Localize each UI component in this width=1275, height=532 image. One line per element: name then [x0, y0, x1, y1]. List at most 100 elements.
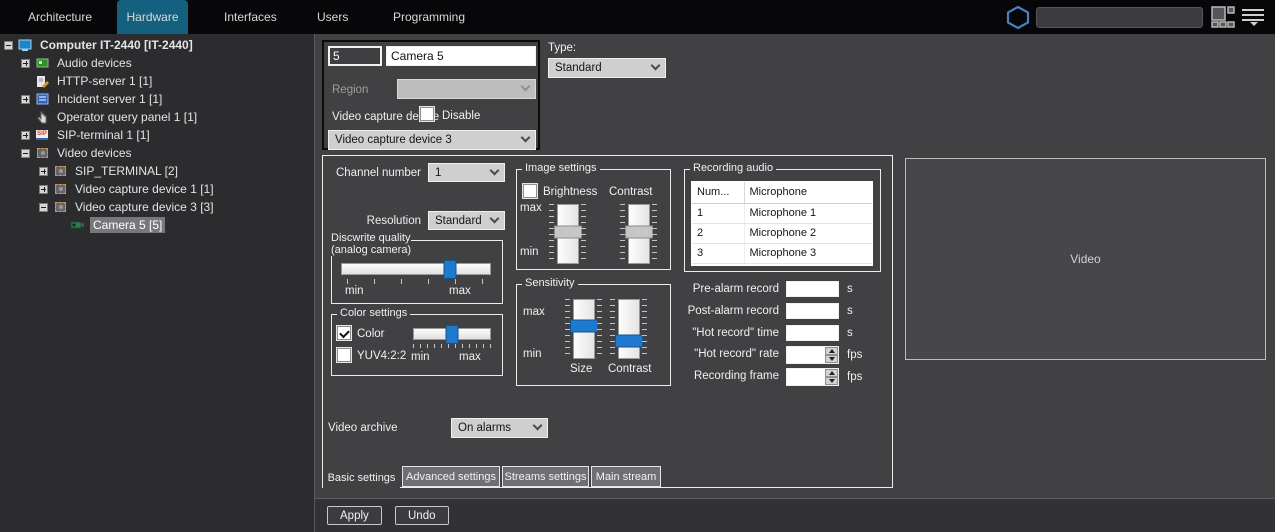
video-archive-select[interactable]: On alarms	[451, 418, 548, 438]
apply-button[interactable]: Apply	[327, 506, 382, 525]
region-label: Region	[332, 84, 368, 96]
tree-item-incident-server[interactable]: Incident server 1 [1]	[0, 90, 313, 108]
channel-number-label: Channel number	[323, 167, 421, 179]
chevron-down-icon	[533, 421, 543, 431]
slider-ticks	[581, 204, 586, 264]
tree-item-video-capture-device-3[interactable]: Video capture device 3 [3]	[0, 198, 313, 216]
min-label: min	[520, 246, 539, 258]
collapse-toggle[interactable]	[39, 203, 48, 212]
device-tree: Computer IT-2440 [IT-2440] Audio devices…	[0, 34, 315, 532]
hot-record-time-input[interactable]	[787, 329, 838, 343]
tree-item-video-devices[interactable]: Video devices	[0, 144, 313, 162]
tab-architecture[interactable]: Architecture	[14, 0, 106, 34]
brightness-checkbox[interactable]	[523, 184, 537, 198]
table-row[interactable]: 1Microphone 1	[692, 203, 872, 223]
sensitivity-size-slider[interactable]	[573, 299, 595, 359]
table-header-row: Num... Microphone	[692, 182, 872, 203]
size-label: Size	[570, 363, 592, 375]
tab-streams-settings[interactable]: Streams settings	[502, 466, 589, 487]
color-slider[interactable]	[413, 328, 491, 340]
tree-item-computer[interactable]: Computer IT-2440 [IT-2440]	[0, 36, 313, 54]
tab-programming[interactable]: Programming	[379, 0, 479, 34]
pre-alarm-record-input[interactable]	[787, 285, 838, 299]
tab-users[interactable]: Users	[303, 0, 362, 34]
post-alarm-record-input[interactable]	[787, 307, 838, 321]
expand-toggle[interactable]	[39, 167, 48, 176]
recording-frame-input[interactable]	[787, 371, 825, 387]
camera-id-input[interactable]	[328, 46, 382, 66]
hot-record-rate-label: "Hot record" rate	[639, 348, 779, 360]
max-label: max	[449, 285, 471, 297]
recording-frame-field	[786, 368, 839, 386]
video-capture-device-select[interactable]: Video capture device 3	[328, 130, 536, 150]
chevron-down-icon	[490, 165, 500, 175]
operator-query-panel-icon	[34, 110, 50, 124]
chevron-down-icon	[521, 82, 531, 92]
table-row[interactable]: 3Microphone 3	[692, 243, 872, 263]
channel-number-select[interactable]: 1	[428, 163, 505, 182]
tree-item-video-capture-device-1[interactable]: Video capture device 1 [1]	[0, 180, 313, 198]
unit-label: s	[847, 305, 853, 317]
tree-item-camera-5[interactable]: Camera 5 [5]	[0, 216, 313, 234]
type-label: Type:	[548, 42, 576, 54]
yuv422-label: YUV4:2:2	[357, 350, 406, 362]
search-input[interactable]	[1036, 7, 1203, 28]
hot-record-rate-input[interactable]	[787, 349, 825, 365]
tab-main-stream[interactable]: Main stream	[591, 466, 661, 487]
tree-item-sip-terminal-device[interactable]: SIP_TERMINAL [2]	[0, 162, 313, 180]
tab-advanced-settings[interactable]: Advanced settings	[402, 466, 500, 487]
min-label: min	[345, 285, 364, 297]
disable-checkbox[interactable]	[420, 107, 434, 121]
color-checkbox[interactable]	[337, 326, 351, 340]
brightness-label: Brightness	[543, 186, 597, 198]
slider-thumb[interactable]	[625, 226, 653, 239]
undo-button[interactable]: Undo	[395, 506, 449, 525]
min-label: min	[523, 348, 542, 360]
slider-ticks	[652, 204, 657, 264]
expand-toggle[interactable]	[39, 185, 48, 194]
slider-thumb[interactable]	[570, 320, 598, 333]
spin-down-button[interactable]	[825, 377, 838, 385]
unit-label: fps	[847, 349, 862, 361]
hot-record-time-label: "Hot record" time	[639, 327, 779, 339]
discwrite-quality-slider[interactable]	[341, 263, 491, 275]
column-header-microphone: Microphone	[744, 182, 872, 203]
audio-devices-icon	[34, 56, 50, 70]
collapse-toggle[interactable]	[21, 149, 30, 158]
spin-up-button[interactable]	[825, 369, 838, 377]
image-contrast-slider[interactable]	[628, 204, 650, 264]
video-device-chip-icon	[52, 182, 68, 196]
tree-item-audio-devices[interactable]: Audio devices	[0, 54, 313, 72]
collapse-toggle[interactable]	[4, 41, 13, 50]
sensitivity-contrast-slider[interactable]	[618, 299, 640, 359]
video-device-chip-icon	[52, 200, 68, 214]
slider-thumb[interactable]	[446, 325, 459, 344]
expand-toggle[interactable]	[21, 59, 30, 68]
brightness-slider[interactable]	[557, 204, 579, 264]
slider-thumb[interactable]	[554, 226, 582, 239]
tree-item-sip-terminal[interactable]: SIP SIP-terminal 1 [1]	[0, 126, 313, 144]
yuv422-checkbox[interactable]	[337, 348, 351, 362]
computer-icon	[17, 38, 33, 52]
spin-up-button[interactable]	[825, 347, 838, 355]
expand-toggle[interactable]	[21, 131, 30, 140]
tree-item-operator-query-panel[interactable]: Operator query panel 1 [1]	[0, 108, 313, 126]
resolution-select[interactable]: Standard	[428, 211, 505, 230]
camera-name-input[interactable]	[386, 46, 536, 66]
video-preview: Video	[905, 158, 1266, 360]
color-settings-legend: Color settings	[337, 307, 410, 319]
tree-item-http-server[interactable]: HTTP-server 1 [1]	[0, 72, 313, 90]
sip-terminal-icon: SIP	[34, 128, 50, 142]
max-label: max	[459, 351, 481, 363]
spin-down-button[interactable]	[825, 355, 838, 363]
tab-basic-settings[interactable]: Basic settings	[323, 466, 400, 490]
type-select[interactable]: Standard	[548, 58, 666, 78]
video-device-chip-icon	[52, 164, 68, 178]
slider-thumb[interactable]	[444, 260, 457, 279]
tab-interfaces[interactable]: Interfaces	[210, 0, 291, 34]
layout-grid-icon[interactable]	[1211, 6, 1235, 33]
tab-hardware[interactable]: Hardware	[117, 0, 188, 34]
table-row[interactable]: 2Microphone 2	[692, 223, 872, 243]
expand-toggle[interactable]	[21, 95, 30, 104]
hamburger-menu-icon[interactable]	[1242, 9, 1266, 27]
